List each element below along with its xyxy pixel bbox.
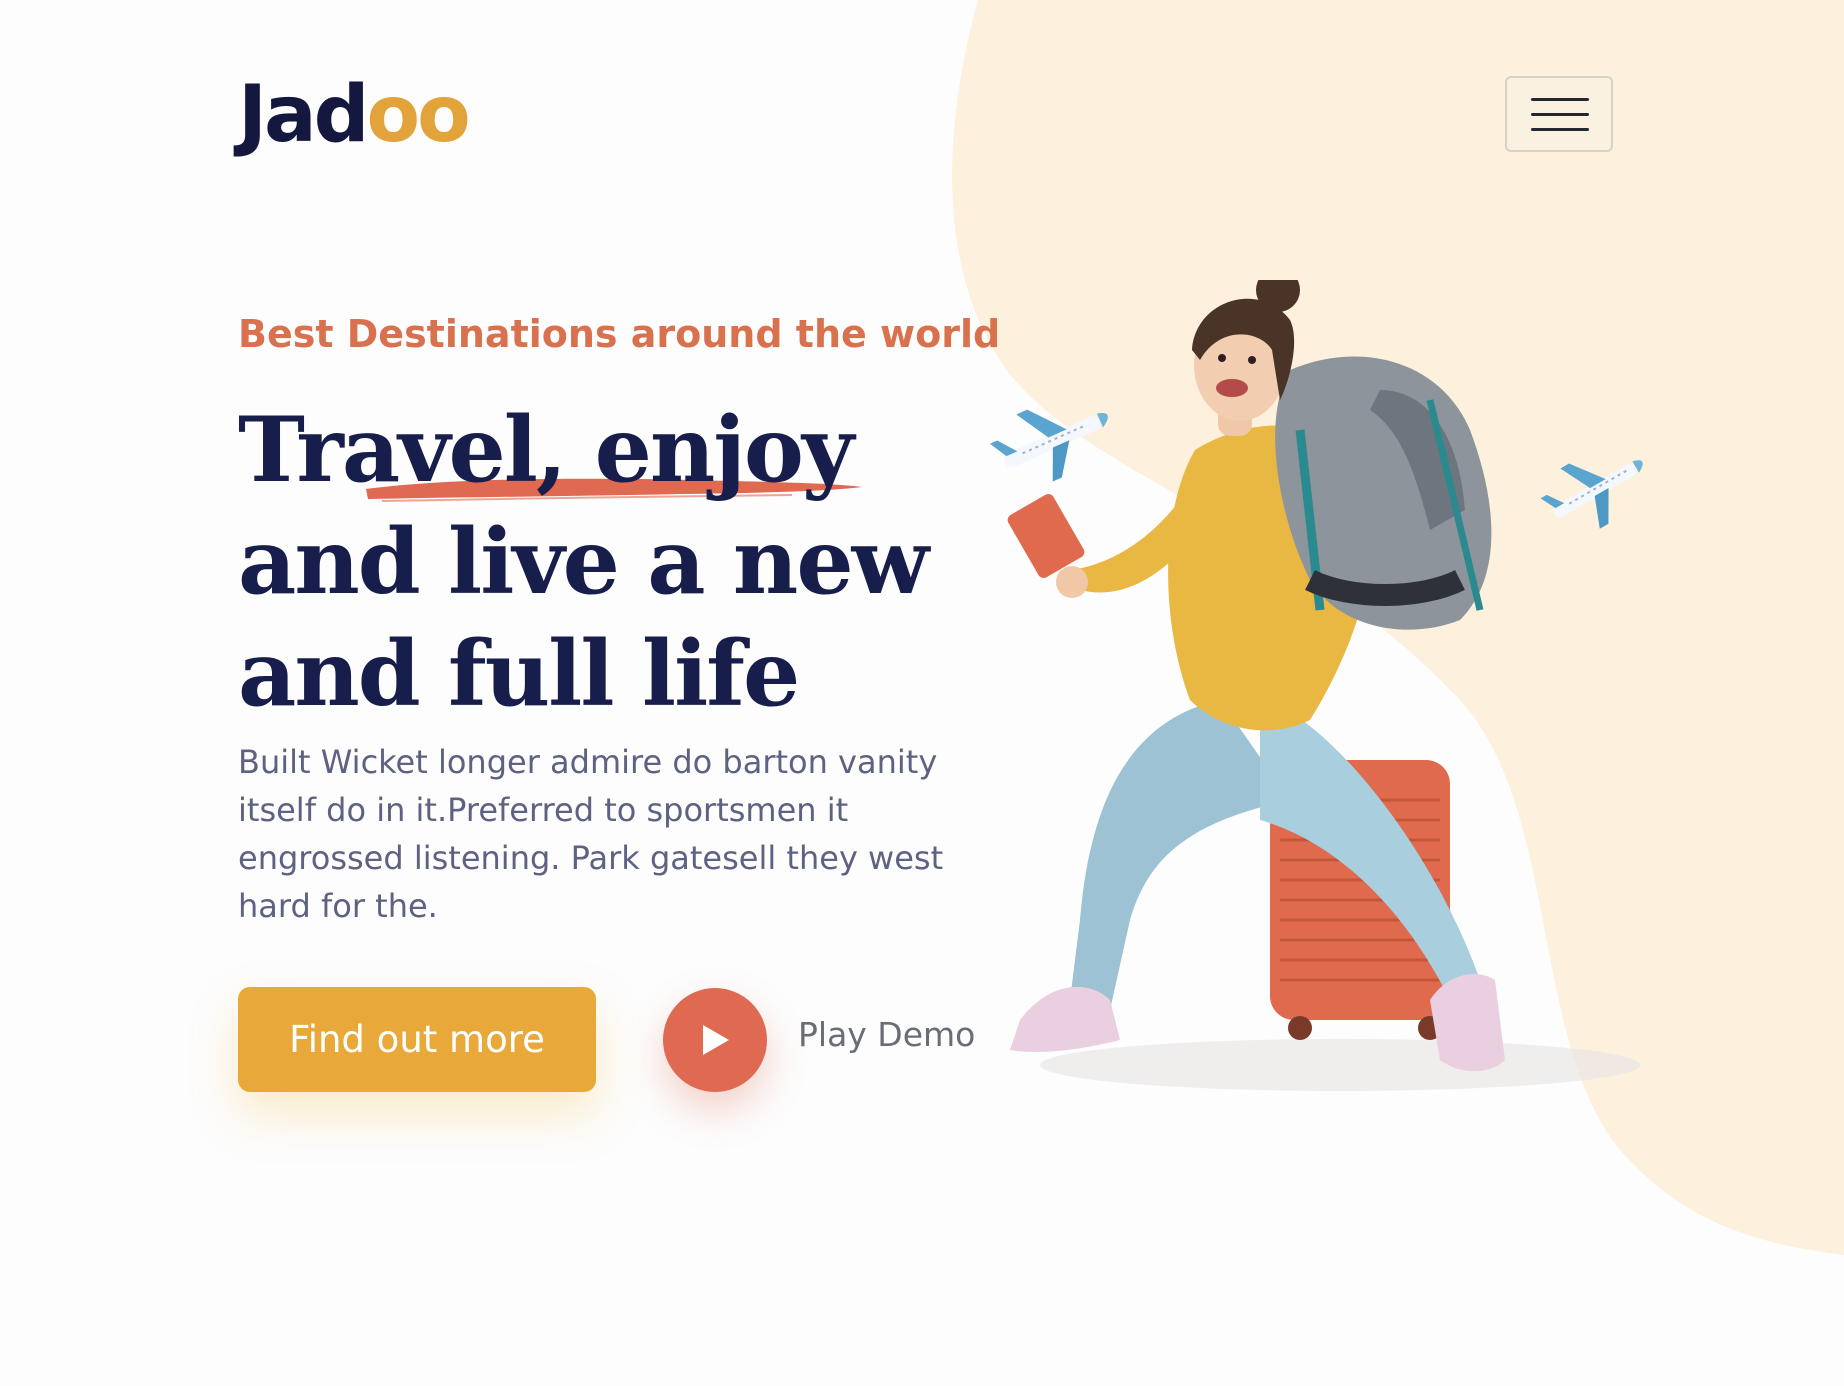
- logo-accent-text: oo: [366, 70, 471, 160]
- headline-line: and live a new: [238, 509, 929, 615]
- play-icon: [703, 1025, 729, 1055]
- hero-eyebrow: Best Destinations around the world: [238, 312, 1001, 356]
- logo[interactable]: Jadoo: [238, 76, 471, 154]
- play-demo-label[interactable]: Play Demo: [798, 1015, 975, 1054]
- hamburger-icon-line: [1531, 113, 1589, 116]
- headline-line: and full life: [238, 621, 800, 727]
- hamburger-menu-button[interactable]: [1505, 76, 1613, 152]
- traveler-illustration: [1007, 280, 1640, 1091]
- hamburger-icon-line: [1531, 128, 1589, 131]
- landing-page: Jadoo Best Destinations around the world…: [0, 0, 1844, 1386]
- headline-line: Travel, enjoy: [238, 397, 854, 503]
- hero-headline: Travel, enjoy and live a new and full li…: [238, 394, 929, 730]
- logo-text: Jad: [238, 70, 369, 160]
- play-demo-button[interactable]: [663, 988, 767, 1092]
- hero-description: Built Wicket longer admire do barton van…: [238, 743, 944, 925]
- hamburger-icon: [1531, 98, 1589, 101]
- find-out-more-button[interactable]: Find out more: [238, 987, 596, 1092]
